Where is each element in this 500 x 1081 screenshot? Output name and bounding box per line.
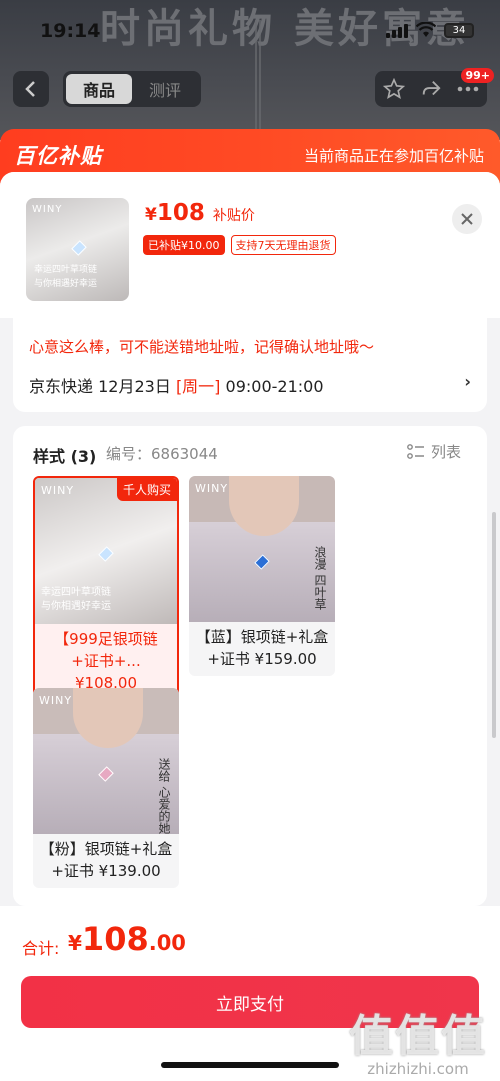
cellular-signal-icon (386, 22, 408, 38)
style-title: 样式 (3) (33, 447, 97, 466)
price-label: 补贴价 (212, 208, 255, 224)
address-warning: 心意这么棒，可不能送错地址啦，记得确认地址哦～ (29, 338, 375, 356)
subsidy-amount-tag: 已补贴¥10.00 (143, 235, 225, 255)
close-button[interactable] (452, 204, 482, 234)
list-icon (407, 443, 424, 459)
pendant-graphic (71, 240, 87, 256)
more-icon[interactable] (457, 86, 479, 92)
checkout-footer: 合计: ¥ 108 .00 立即支付 值值值 zhizhizhi.com (0, 906, 500, 1081)
list-view-toggle[interactable]: 列表 (407, 441, 461, 462)
style-option-label: 【蓝】银项链+礼盒+证书 ¥159.00 (195, 628, 329, 668)
best-seller-badge: 千人购买 (116, 478, 177, 501)
style-option-image: WINY 浪漫 四叶草 (189, 476, 335, 622)
scrollbar[interactable] (492, 512, 496, 738)
back-button[interactable] (13, 71, 49, 107)
star-icon[interactable] (382, 78, 405, 100)
product-code: 编号：6863044 (106, 445, 218, 463)
status-time: 19:14 (40, 20, 101, 42)
return-policy-tag: 支持7天无理由退货 (230, 235, 336, 255)
tab-product[interactable]: 商品 (66, 74, 132, 104)
delivery-card[interactable]: 心意这么棒，可不能送错地址啦，记得确认地址哦～ 京东快递 12月23日 [周一]… (13, 318, 487, 412)
product-tags: 已补贴¥10.00 支持7天无理由退货 (143, 235, 336, 255)
style-option-1[interactable]: WINY 幸运四叶草项链 与你相遇好幸运 千人购买 【999足银项链+证书+..… (33, 476, 179, 702)
status-icons: 34 (386, 22, 474, 38)
style-option-3[interactable]: WINY 送给 心爱的她 【粉】银项链+礼盒+证书 ¥139.00 (33, 688, 179, 888)
status-bar: 19:14 34 (0, 0, 500, 62)
product-price: ¥ 108 补贴价 (145, 200, 255, 226)
subsidy-logo: 百亿补贴 (14, 144, 102, 168)
thumbnail-brand: WINY (32, 204, 63, 215)
style-option-2[interactable]: WINY 浪漫 四叶草 【蓝】银项链+礼盒+证书 ¥159.00 (189, 476, 335, 676)
site-watermark: 值值值 zhizhizhi.com (349, 1011, 487, 1078)
tab-review[interactable]: 测评 (132, 74, 198, 104)
page-tabs: 商品 测评 (63, 71, 201, 107)
style-option-label: 【粉】银项链+礼盒+证书 ¥139.00 (39, 840, 173, 880)
style-selector: 样式 (3) 编号：6863044 列表 WINY 幸运四叶草项链 与你相遇好幸… (13, 426, 487, 906)
battery-icon: 34 (444, 22, 474, 38)
cart-count-badge: 99+ (461, 68, 494, 83)
home-indicator[interactable] (161, 1062, 339, 1068)
wifi-icon (416, 22, 436, 37)
thumbnail-caption: 幸运四叶草项链 与你相遇好幸运 (34, 265, 98, 289)
share-icon[interactable] (420, 78, 442, 100)
close-icon (461, 213, 473, 225)
product-thumbnail: WINY 幸运四叶草项链 与你相遇好幸运 (26, 198, 129, 301)
style-option-image: WINY 幸运四叶草项链 与你相遇好幸运 千人购买 (35, 478, 177, 624)
style-option-image: WINY 送给 心爱的她 (33, 688, 179, 834)
total-price: ¥ 108 .00 (68, 920, 186, 958)
subsidy-note: 当前商品正在参加百亿补贴 (303, 147, 484, 165)
total-label: 合计: (22, 939, 60, 958)
chevron-right-icon: › (464, 372, 471, 391)
chevron-left-icon (25, 81, 35, 97)
delivery-estimate: 京东快递 12月23日 [周一] 09:00-21:00 (29, 377, 324, 396)
product-summary: WINY 幸运四叶草项链 与你相遇好幸运 ¥ 108 补贴价 已补贴¥10.00… (0, 172, 500, 318)
